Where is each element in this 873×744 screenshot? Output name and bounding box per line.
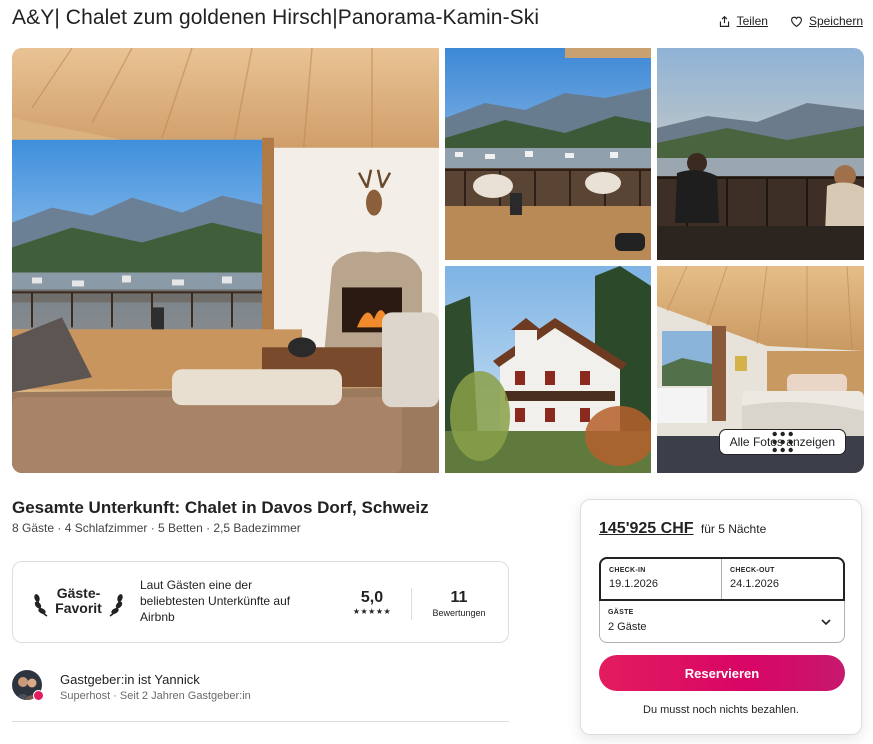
laurel-right-icon <box>109 594 123 617</box>
rating: 5,0 ★★★★★ <box>347 589 397 616</box>
checkout-field[interactable]: CHECK-OUT 24.1.2026 <box>722 559 843 599</box>
share-icon <box>719 15 729 27</box>
booking-fields: CHECK-IN 19.1.2026 CHECK-OUT 24.1.2026 G… <box>599 557 845 643</box>
photo-bedroom[interactable]: Alle Fotos anzeigen <box>657 266 864 473</box>
rating-value: 5,0 <box>360 589 384 606</box>
reviews-label: Bewertungen <box>432 608 486 618</box>
checkout-label: CHECK-OUT <box>730 567 775 574</box>
reserve-button[interactable]: Reservieren <box>599 655 845 691</box>
guests-value: 2 Gäste <box>608 621 647 633</box>
price-suffix: für 5 Nächte <box>700 522 767 536</box>
price-amount[interactable]: 145'925 CHF <box>599 520 694 537</box>
reviews-count: 11 <box>450 589 468 606</box>
photo-balcony-view[interactable] <box>445 48 651 260</box>
checkin-label: CHECK-IN <box>609 567 646 574</box>
booking-card: 145'925 CHF für 5 Nächte CHECK-IN 19.1.2… <box>580 499 862 735</box>
guest-favorite-badge: Gäste- Favorit <box>31 580 126 624</box>
header-actions: Teilen Speichern <box>718 14 863 28</box>
photo-terrace-guests[interactable] <box>657 48 864 260</box>
chevron-down-icon <box>821 619 831 626</box>
reviews[interactable]: 11 Bewertungen <box>421 589 497 618</box>
checkout-value: 24.1.2026 <box>730 578 779 590</box>
superhost-badge-icon <box>33 690 44 701</box>
host-subtitle: Superhost · Seit 2 Jahren Gastgeber:in <box>60 690 251 702</box>
price-line: 145'925 CHF für 5 Nächte <box>599 520 766 538</box>
page-title: A&Y| Chalet zum goldenen Hirsch|Panorama… <box>12 6 540 29</box>
photo-chalet-exterior[interactable] <box>445 266 651 473</box>
show-all-photos-button[interactable]: Alle Fotos anzeigen <box>718 429 846 455</box>
grid-icon <box>772 431 793 453</box>
photo-living-room[interactable] <box>12 48 439 473</box>
photo-gallery: Alle Fotos anzeigen <box>12 48 864 474</box>
date-picker[interactable]: CHECK-IN 19.1.2026 CHECK-OUT 24.1.2026 <box>599 557 845 601</box>
guest-favorite-label: Gäste- Favorit <box>51 586 106 616</box>
section-divider <box>12 721 509 722</box>
listing-summary: 8 Gäste · 4 Schlafzimmer · 5 Betten · 2,… <box>12 521 301 535</box>
share-label: Teilen <box>736 14 768 28</box>
save-label: Speichern <box>808 14 863 28</box>
rating-stars: ★★★★★ <box>352 607 392 616</box>
badge-line-1: Gäste- <box>56 585 101 601</box>
divider <box>411 588 412 620</box>
badge-line-2: Favorit <box>55 600 102 616</box>
heart-icon <box>791 16 802 27</box>
guest-favorite-description: Laut Gästen eine der beliebtesten Unterk… <box>140 578 291 624</box>
save-button[interactable]: Speichern <box>790 14 863 28</box>
share-button[interactable]: Teilen <box>718 14 768 28</box>
laurel-left-icon <box>34 594 48 617</box>
guests-select[interactable]: GÄSTE 2 Gäste <box>600 601 844 643</box>
no-charge-note: Du musst noch nichts bezahlen. <box>643 704 799 716</box>
checkin-field[interactable]: CHECK-IN 19.1.2026 <box>601 559 722 599</box>
listing-title: Gesamte Unterkunft: Chalet in Davos Dorf… <box>12 498 429 517</box>
guest-favorite-card[interactable]: Gäste- Favorit Laut Gästen eine der beli… <box>12 561 509 643</box>
host-name: Gastgeber:in ist Yannick <box>60 672 200 687</box>
checkin-value: 19.1.2026 <box>609 578 658 590</box>
guests-label: GÄSTE <box>608 609 634 616</box>
